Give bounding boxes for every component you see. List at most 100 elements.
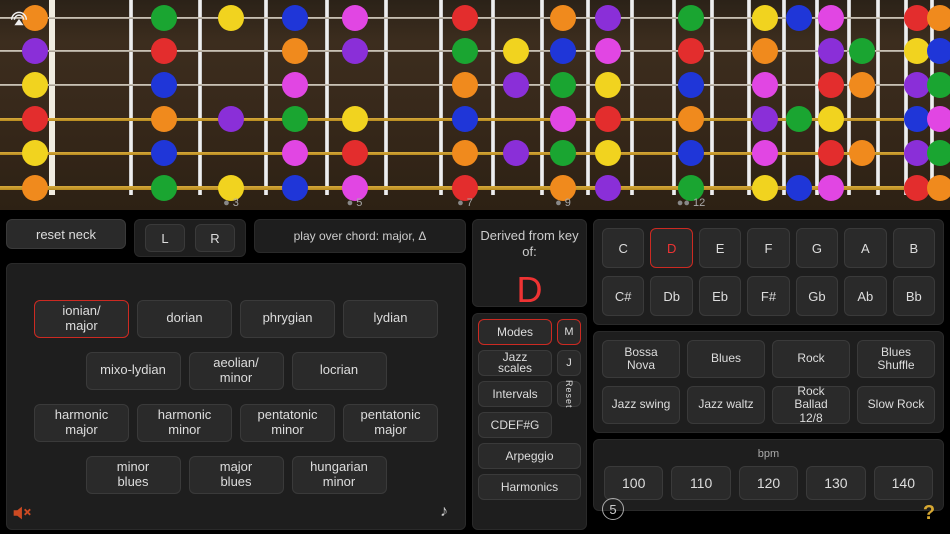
note-dot[interactable] bbox=[927, 106, 950, 132]
scale-button[interactable]: harmonic minor bbox=[137, 404, 232, 442]
note-dot[interactable] bbox=[151, 38, 177, 64]
mode-side-button[interactable]: M bbox=[557, 319, 581, 345]
mode-side-button[interactable]: J bbox=[557, 350, 581, 376]
note-dot[interactable] bbox=[342, 38, 368, 64]
note-dot[interactable] bbox=[786, 5, 812, 31]
note-dot[interactable] bbox=[595, 38, 621, 64]
note-dot[interactable] bbox=[927, 38, 950, 64]
note-dot[interactable] bbox=[282, 38, 308, 64]
note-dot[interactable] bbox=[342, 140, 368, 166]
note-dot[interactable] bbox=[22, 140, 48, 166]
key-button-f[interactable]: F bbox=[747, 228, 789, 268]
style-button[interactable]: Blues bbox=[687, 340, 765, 378]
scale-button[interactable]: lydian bbox=[343, 300, 438, 338]
mode-item[interactable]: Arpeggio bbox=[478, 443, 581, 469]
note-dot[interactable] bbox=[22, 38, 48, 64]
bpm-button[interactable]: 120 bbox=[739, 466, 798, 500]
note-dot[interactable] bbox=[818, 72, 844, 98]
scale-button[interactable]: dorian bbox=[137, 300, 232, 338]
note-dot[interactable] bbox=[818, 106, 844, 132]
note-dot[interactable] bbox=[550, 140, 576, 166]
note-dot[interactable] bbox=[342, 106, 368, 132]
note-dot[interactable] bbox=[927, 72, 950, 98]
bpm-button[interactable]: 100 bbox=[604, 466, 663, 500]
right-hand-button[interactable]: R bbox=[195, 224, 235, 252]
note-dot[interactable] bbox=[678, 140, 704, 166]
key-button-e[interactable]: E bbox=[699, 228, 741, 268]
bpm-button[interactable]: 140 bbox=[874, 466, 933, 500]
note-dot[interactable] bbox=[151, 140, 177, 166]
note-dot[interactable] bbox=[22, 106, 48, 132]
mode-reset-button[interactable]: Reset bbox=[557, 381, 581, 407]
mode-item[interactable]: Harmonics bbox=[478, 474, 581, 500]
scale-button[interactable]: pentatonic major bbox=[343, 404, 438, 442]
style-button[interactable]: Rock Ballad 12/8 bbox=[772, 386, 850, 424]
note-dot[interactable] bbox=[595, 140, 621, 166]
note-icon[interactable]: ♪ bbox=[431, 499, 457, 525]
key-button-eb[interactable]: Eb bbox=[699, 276, 741, 316]
note-dot[interactable] bbox=[503, 140, 529, 166]
mode-item[interactable]: CDEF#G bbox=[478, 412, 552, 438]
note-dot[interactable] bbox=[550, 106, 576, 132]
style-button[interactable]: Blues Shuffle bbox=[857, 340, 935, 378]
key-button-d[interactable]: D bbox=[650, 228, 692, 268]
note-dot[interactable] bbox=[151, 5, 177, 31]
scale-button[interactable]: minor blues bbox=[86, 456, 181, 494]
note-dot[interactable] bbox=[849, 140, 875, 166]
key-button-csharp[interactable]: C# bbox=[602, 276, 644, 316]
note-dot[interactable] bbox=[818, 140, 844, 166]
key-button-bb[interactable]: Bb bbox=[893, 276, 935, 316]
airplay-icon[interactable] bbox=[6, 4, 32, 30]
scale-button[interactable]: ionian/ major bbox=[34, 300, 129, 338]
note-dot[interactable] bbox=[503, 72, 529, 98]
note-dot[interactable] bbox=[752, 140, 778, 166]
mode-item[interactable]: Modes bbox=[478, 319, 552, 345]
note-dot[interactable] bbox=[595, 106, 621, 132]
style-button[interactable]: Jazz swing bbox=[602, 386, 680, 424]
scale-button[interactable]: aeolian/ minor bbox=[189, 352, 284, 390]
note-dot[interactable] bbox=[22, 72, 48, 98]
bpm-button[interactable]: 130 bbox=[806, 466, 865, 500]
note-dot[interactable] bbox=[151, 106, 177, 132]
note-dot[interactable] bbox=[503, 38, 529, 64]
note-dot[interactable] bbox=[282, 106, 308, 132]
mode-item[interactable]: Jazzscales bbox=[478, 350, 552, 376]
note-dot[interactable] bbox=[452, 106, 478, 132]
note-dot[interactable] bbox=[452, 38, 478, 64]
note-dot[interactable] bbox=[678, 38, 704, 64]
left-hand-button[interactable]: L bbox=[145, 224, 185, 252]
style-button[interactable]: Jazz waltz bbox=[687, 386, 765, 424]
mode-item[interactable]: Intervals bbox=[478, 381, 552, 407]
note-dot[interactable] bbox=[678, 106, 704, 132]
note-dot[interactable] bbox=[452, 5, 478, 31]
style-button[interactable]: Slow Rock bbox=[857, 386, 935, 424]
key-button-db[interactable]: Db bbox=[650, 276, 692, 316]
note-dot[interactable] bbox=[452, 140, 478, 166]
reset-neck-button[interactable]: reset neck bbox=[6, 219, 126, 249]
note-dot[interactable] bbox=[282, 5, 308, 31]
play-over-chord-label[interactable]: play over chord: major, Δ bbox=[254, 219, 466, 253]
style-button[interactable]: Rock bbox=[772, 340, 850, 378]
note-dot[interactable] bbox=[550, 5, 576, 31]
scale-button[interactable]: hungarian minor bbox=[292, 456, 387, 494]
bpm-button[interactable]: 110 bbox=[671, 466, 730, 500]
scale-button[interactable]: harmonic major bbox=[34, 404, 129, 442]
key-button-ab[interactable]: Ab bbox=[844, 276, 886, 316]
key-button-b[interactable]: B bbox=[893, 228, 935, 268]
style-button[interactable]: Bossa Nova bbox=[602, 340, 680, 378]
help-icon[interactable]: ? bbox=[916, 500, 942, 526]
key-button-g[interactable]: G bbox=[796, 228, 838, 268]
note-dot[interactable] bbox=[282, 72, 308, 98]
scale-button[interactable]: mixo-lydian bbox=[86, 352, 181, 390]
note-dot[interactable] bbox=[218, 106, 244, 132]
note-dot[interactable] bbox=[752, 5, 778, 31]
note-dot[interactable] bbox=[678, 5, 704, 31]
note-dot[interactable] bbox=[752, 72, 778, 98]
note-dot[interactable] bbox=[786, 106, 812, 132]
scale-button[interactable]: pentatonic minor bbox=[240, 404, 335, 442]
key-button-gb[interactable]: Gb bbox=[796, 276, 838, 316]
note-dot[interactable] bbox=[927, 5, 950, 31]
key-button-a[interactable]: A bbox=[844, 228, 886, 268]
note-dot[interactable] bbox=[752, 38, 778, 64]
note-dot[interactable] bbox=[818, 38, 844, 64]
